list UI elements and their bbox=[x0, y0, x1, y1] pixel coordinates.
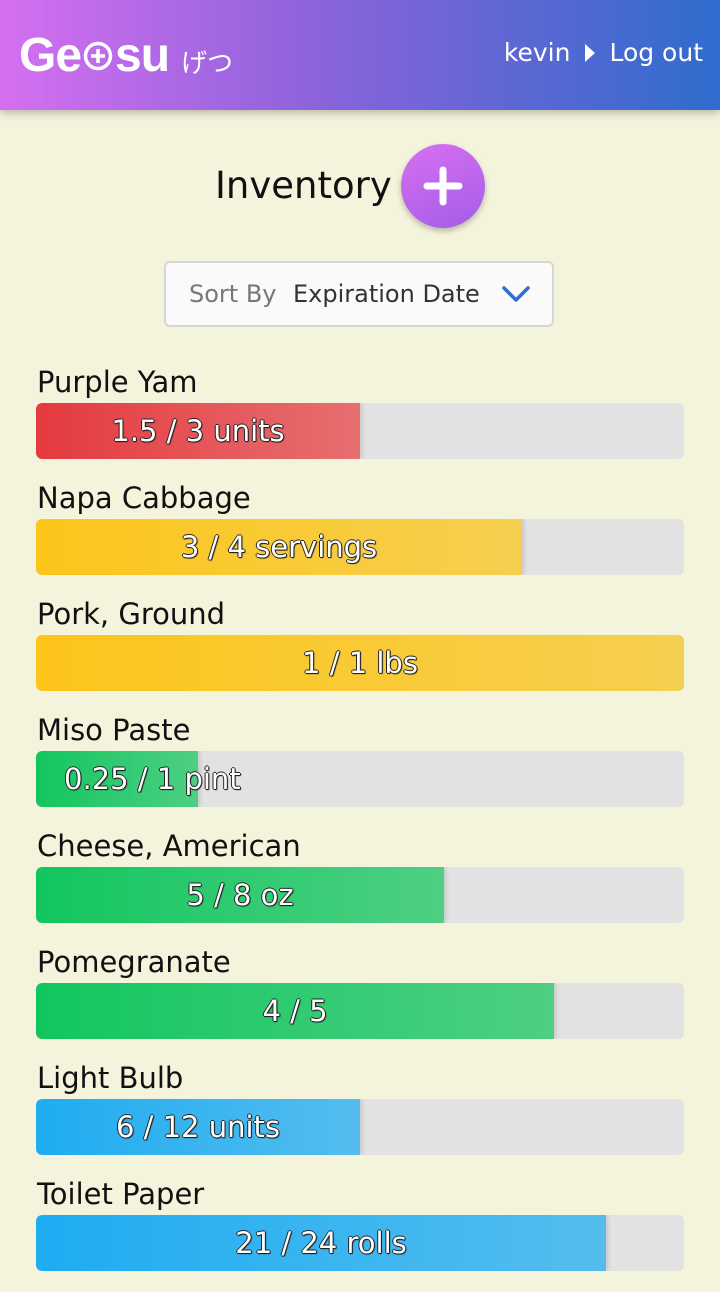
logo-japanese: げつ bbox=[181, 48, 234, 79]
chevron-down-icon bbox=[502, 286, 530, 302]
user-menu: kevin Log out bbox=[504, 38, 703, 67]
inventory-list: Purple Yam 1.5 / 3 units Napa Cabbage 3 / 4… bbox=[36, 364, 684, 1292]
inventory-item[interactable]: Napa Cabbage 3 / 4 servings bbox=[36, 480, 684, 596]
item-name: Pork, Ground bbox=[37, 597, 226, 631]
inventory-item[interactable]: Purple Yam 1.5 / 3 units bbox=[36, 364, 684, 480]
quantity-label: 3 / 4 servings bbox=[180, 530, 378, 564]
app-logo[interactable]: Ge su げつ bbox=[19, 30, 233, 82]
quantity-label: 6 / 12 units bbox=[115, 1110, 281, 1144]
sort-select[interactable]: Sort By Expiration Date bbox=[164, 261, 554, 327]
item-name: Miso Paste bbox=[37, 713, 191, 747]
quantity-label: 1 / 1 lbs bbox=[302, 646, 418, 680]
inventory-item[interactable]: Toilet Paper 21 / 24 rolls bbox=[36, 1176, 684, 1292]
sort-selected-value: Expiration Date bbox=[293, 280, 480, 308]
inventory-item[interactable]: Pomegranate 4 / 5 bbox=[36, 944, 684, 1060]
quantity-bar[interactable]: 5 / 8 oz bbox=[36, 867, 684, 923]
item-name: Napa Cabbage bbox=[37, 481, 251, 515]
quantity-bar[interactable]: 1 / 1 lbs bbox=[36, 635, 684, 691]
item-name: Cheese, American bbox=[37, 829, 301, 863]
item-name: Light Bulb bbox=[37, 1061, 184, 1095]
logo-plus-circle-icon bbox=[83, 41, 113, 71]
username-link[interactable]: kevin bbox=[504, 38, 571, 67]
page-title: Inventory bbox=[215, 164, 392, 207]
plus-icon bbox=[423, 166, 463, 206]
quantity-label: 5 / 8 oz bbox=[186, 878, 294, 912]
quantity-bar[interactable]: 6 / 12 units bbox=[36, 1099, 684, 1155]
logout-link[interactable]: Log out bbox=[609, 38, 703, 67]
caret-right-icon bbox=[585, 43, 596, 62]
quantity-label: 4 / 5 bbox=[262, 994, 328, 1028]
item-name: Pomegranate bbox=[37, 945, 231, 979]
quantity-label: 1.5 / 3 units bbox=[111, 414, 285, 448]
quantity-bar[interactable]: 1.5 / 3 units bbox=[36, 403, 684, 459]
quantity-label: 0.25 / 1 pint bbox=[64, 762, 241, 796]
inventory-item[interactable]: Cheese, American 5 / 8 oz bbox=[36, 828, 684, 944]
item-name: Toilet Paper bbox=[37, 1177, 205, 1211]
item-name: Purple Yam bbox=[37, 365, 198, 399]
quantity-label: 21 / 24 rolls bbox=[235, 1226, 407, 1260]
inventory-item[interactable]: Miso Paste 0.25 / 1 pint bbox=[36, 712, 684, 828]
quantity-bar[interactable]: 3 / 4 servings bbox=[36, 519, 684, 575]
inventory-item[interactable]: Light Bulb 6 / 12 units bbox=[36, 1060, 684, 1176]
quantity-bar[interactable]: 21 / 24 rolls bbox=[36, 1215, 684, 1271]
inventory-title-row: Inventory bbox=[0, 144, 720, 228]
logo-text-right: su bbox=[115, 29, 170, 82]
add-item-button[interactable] bbox=[401, 144, 485, 228]
inventory-item[interactable]: Pork, Ground 1 / 1 lbs bbox=[36, 596, 684, 712]
app-header: Ge su げつ kevin Log out bbox=[0, 0, 720, 110]
logo-text-left: Ge bbox=[19, 29, 82, 82]
sort-label: Sort By bbox=[189, 280, 277, 308]
quantity-bar[interactable]: 4 / 5 bbox=[36, 983, 684, 1039]
quantity-bar[interactable]: 0.25 / 1 pint bbox=[36, 751, 684, 807]
